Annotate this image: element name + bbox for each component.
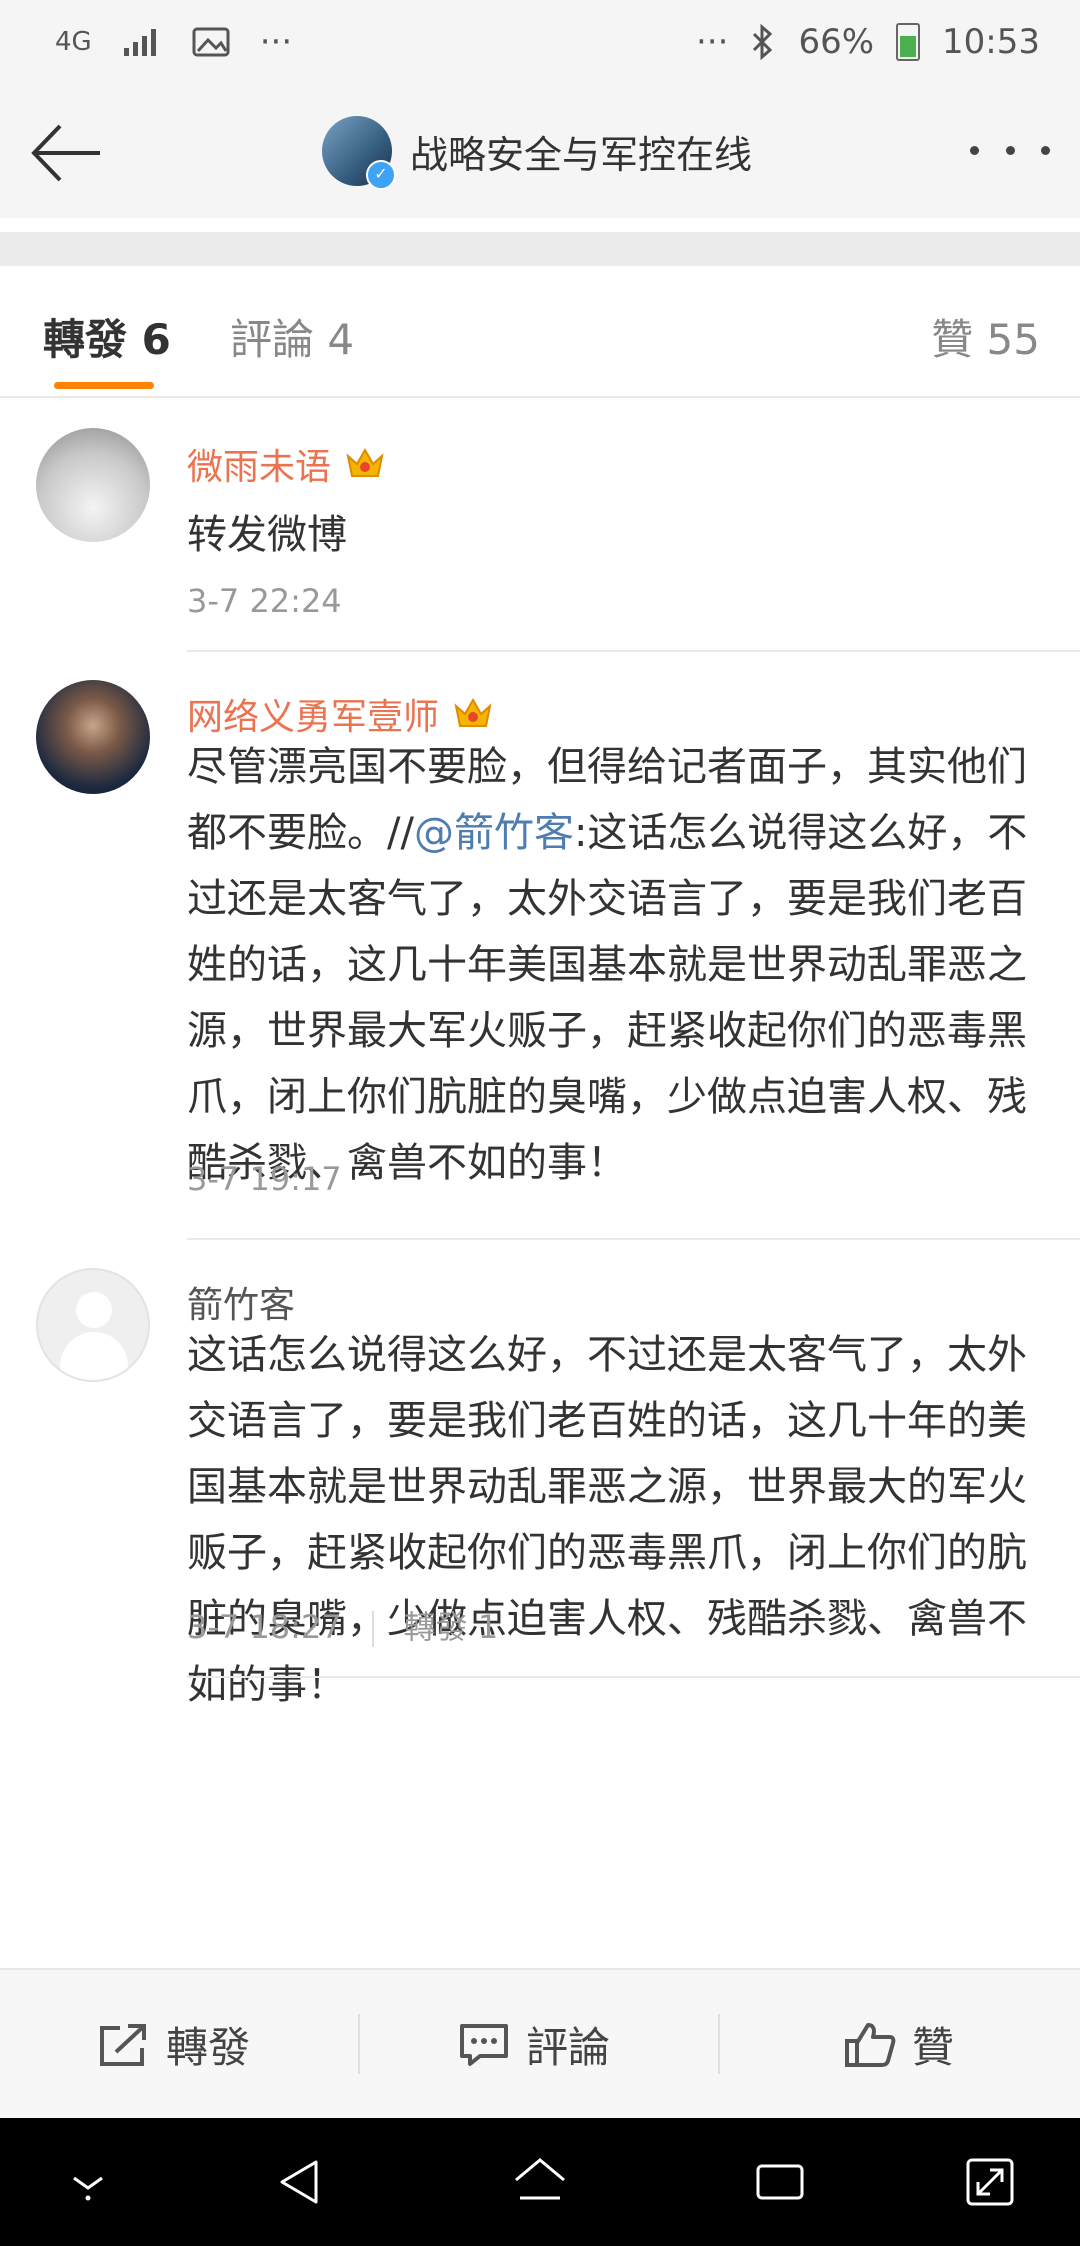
tab-likes[interactable]: 贊 55 [931,306,1040,367]
repost-list: 微雨未语 转发微博 3-7 22:24 网络义勇军壹师 尽管漂亮国不要脸，但得给… [0,398,1080,1740]
section-separator [0,232,1080,266]
timestamp: 3-7 19:17 [187,1160,342,1198]
username-text[interactable]: 网络义勇军壹师 [187,688,439,740]
username[interactable]: 微雨未语 [187,438,385,490]
post-content: 尽管漂亮国不要脸，但得给记者面子，其实他们都不要脸。//@箭竹客:这话怎么说得这… [187,734,1047,1196]
avatar[interactable] [36,1268,150,1382]
thumbs-up-icon [845,2022,896,2067]
header-divider [0,218,1080,232]
home-nav-icon[interactable] [510,2152,570,2212]
comment-button[interactable]: 評論 [458,2014,610,2075]
overflow-right-icon: ··· [696,22,729,62]
username[interactable]: 箭竹客 [187,1276,295,1328]
image-icon [192,27,230,57]
header-avatar[interactable]: ✓ [322,116,396,190]
network-4g-icon: 4G [55,27,92,57]
back-nav-icon[interactable] [272,2152,332,2212]
username[interactable]: 网络义勇军壹师 [187,688,493,740]
share-icon [100,2023,146,2066]
post-content: 转发微博 [187,512,347,558]
username-text[interactable]: 微雨未语 [187,438,331,490]
hide-keyboard-icon[interactable] [58,2152,118,2212]
repost-button[interactable]: 轉發 [98,2014,250,2075]
recent-apps-icon[interactable] [750,2152,810,2212]
more-dot [970,145,979,155]
post-meta: 3-7 18:27 轉發 1 [187,1602,498,1648]
post-content: 这话怎么说得这么好，不过还是太客气了，太外交语言了，要是我们老百姓的话，这几十年… [187,1332,1027,1708]
status-time: 10:53 [942,22,1040,62]
battery-percent: 66% [798,22,875,62]
like-button[interactable]: 贊 [844,2014,954,2075]
list-item[interactable]: 箭竹客 这话怎么说得这么好，不过还是太客气了，太外交语言了，要是我们老百姓的话，… [0,1240,1080,1740]
bottom-action-bar: 轉發 評論 贊 [0,1968,1080,2120]
repost-label: 轉發 [166,2023,251,2072]
divider [187,1676,1080,1678]
list-item[interactable]: 微雨未语 转发微博 3-7 22:24 [0,398,1080,652]
avatar[interactable] [36,680,150,794]
verified-badge-icon: ✓ [366,160,396,190]
content-text: :这话怎么说得这么好，不过还是太客气了，太外交语言了，要是我们老百姓的话，这几十… [187,810,1028,1186]
avatar[interactable] [36,428,150,542]
action-separator [718,2014,720,2074]
repost-count-link[interactable]: 轉發 1 [404,1608,499,1646]
more-dot [1041,145,1050,155]
nav-header: ✓ 战略安全与军控在线 [0,90,1080,218]
status-bar: 4G ··· ··· 66% 10:53 [0,0,1080,90]
action-separator [358,2014,360,2074]
username-text[interactable]: 箭竹客 [187,1276,295,1328]
active-tab-indicator [54,382,154,389]
default-avatar-head [76,1292,112,1328]
overflow-left-icon: ··· [259,22,293,62]
comment-icon [460,2023,508,2066]
tab-comment[interactable]: 評論 4 [230,306,354,367]
expand-screen-icon[interactable] [960,2152,1020,2212]
timestamp: 3-7 18:27 [187,1608,342,1646]
like-label: 贊 [912,2023,955,2072]
mention-link[interactable]: @箭竹客 [414,810,574,856]
timestamp: 3-7 22:24 [187,582,342,620]
header-account[interactable]: ✓ 战略安全与军控在线 [322,116,753,190]
battery-icon [896,23,921,61]
more-options-button[interactable] [970,130,1050,170]
back-arrow-icon[interactable] [28,120,104,186]
comment-label: 評論 [526,2023,611,2072]
tab-repost[interactable]: 轉發 6 [43,306,171,367]
more-dot [1005,145,1015,155]
tab-bar: 轉發 6 評論 4 贊 55 [0,266,1080,398]
signal-icon [123,29,156,56]
bluetooth-icon [753,24,773,60]
vip-crown-icon [454,697,492,727]
vip-crown-icon [346,447,384,477]
page-title: 战略安全与军控在线 [410,132,753,177]
android-nav-bar [0,2118,1080,2246]
default-avatar-body [60,1332,128,1380]
list-item[interactable]: 网络义勇军壹师 尽管漂亮国不要脸，但得给记者面子，其实他们都不要脸。//@箭竹客… [0,652,1080,1308]
meta-separator [371,1611,374,1647]
